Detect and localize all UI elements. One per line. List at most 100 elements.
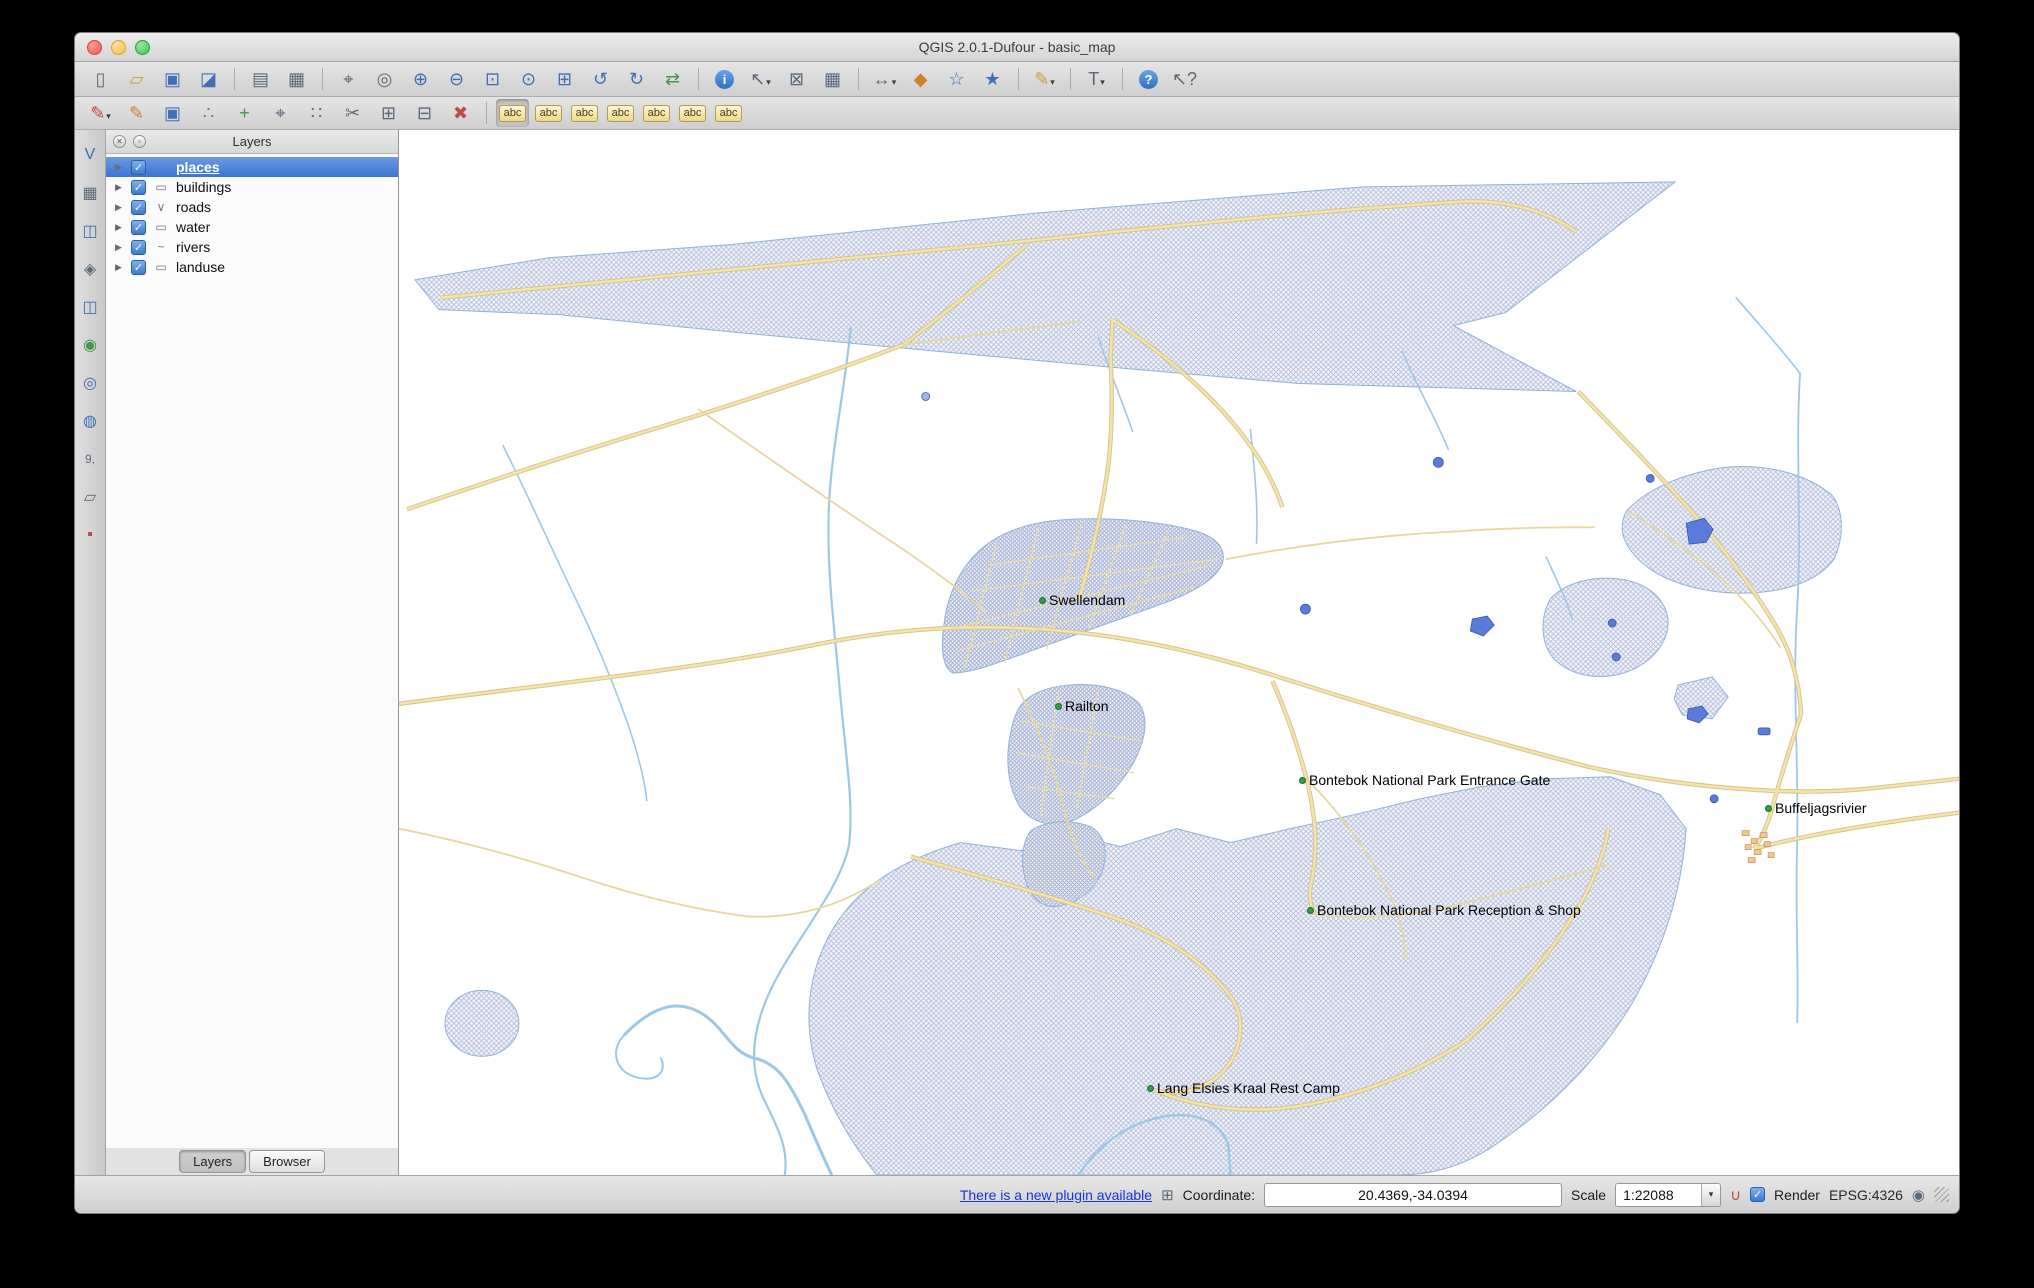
toggle-editing-button[interactable]: ✎ bbox=[120, 99, 153, 127]
zoom-last-button[interactable]: ↺ bbox=[584, 65, 617, 93]
label-properties-button[interactable]: abc bbox=[712, 99, 745, 127]
whats-this-button[interactable]: ↖? bbox=[1168, 65, 1201, 93]
open-project-button[interactable]: ▱ bbox=[120, 65, 153, 93]
close-window-button[interactable] bbox=[87, 40, 102, 55]
add-wms-layer-button[interactable]: ◉ bbox=[77, 332, 103, 358]
chevron-down-icon[interactable]: ▾ bbox=[1050, 77, 1055, 93]
new-project-button[interactable]: ▯ bbox=[84, 65, 117, 93]
save-layer-edits-button[interactable]: ▣ bbox=[156, 99, 189, 127]
pin-labels-button[interactable]: abc bbox=[568, 99, 601, 127]
crs-globe-icon[interactable]: ◉ bbox=[1912, 1186, 1925, 1204]
zoom-window-button[interactable] bbox=[135, 40, 150, 55]
layer-checkbox[interactable]: ✓ bbox=[131, 239, 146, 255]
paste-features-button[interactable]: ⊟ bbox=[408, 99, 441, 127]
current-edits-button[interactable]: ✎ ▾ bbox=[84, 99, 117, 127]
scale-magnet-icon[interactable]: ∪ bbox=[1730, 1186, 1741, 1204]
layer-item-rivers[interactable]: ▶ ✓ ~ rivers bbox=[106, 237, 398, 257]
float-panel-icon[interactable]: ▫ bbox=[133, 135, 146, 148]
title-bar[interactable]: QGIS 2.0.1-Dufour - basic_map bbox=[75, 33, 1959, 62]
resize-grip[interactable] bbox=[1934, 1187, 1949, 1202]
new-label-button[interactable]: abc bbox=[532, 99, 565, 127]
scale-combo[interactable]: ▾ bbox=[1615, 1182, 1722, 1207]
chevron-down-icon[interactable]: ▾ bbox=[1701, 1183, 1721, 1206]
expand-arrow-icon[interactable]: ▶ bbox=[115, 202, 125, 213]
scale-input[interactable] bbox=[1616, 1183, 1702, 1206]
chevron-down-icon[interactable]: ▾ bbox=[106, 111, 111, 127]
new-plugin-link[interactable]: There is a new plugin available bbox=[960, 1187, 1152, 1203]
open-attribute-table-button[interactable]: ▦ bbox=[816, 65, 849, 93]
add-wcs-layer-button[interactable]: ◎ bbox=[77, 370, 103, 396]
deselect-features-button[interactable]: ⊠ bbox=[780, 65, 813, 93]
expand-arrow-icon[interactable]: ▶ bbox=[115, 262, 125, 273]
add-spatialite-layer-button[interactable]: ◈ bbox=[77, 256, 103, 282]
layer-checkbox[interactable]: ✓ bbox=[131, 219, 146, 235]
highlight-labels-button[interactable]: abc bbox=[604, 99, 637, 127]
render-checkbox[interactable]: ✓ bbox=[1750, 1187, 1766, 1202]
remove-layer-group-button[interactable]: ▪ bbox=[77, 522, 103, 548]
expand-arrow-icon[interactable]: ▶ bbox=[115, 162, 125, 173]
save-project-as-button[interactable]: ◪ bbox=[192, 65, 225, 93]
zoom-full-button[interactable]: ⊡ bbox=[476, 65, 509, 93]
node-tool-button[interactable]: ∷ bbox=[300, 99, 333, 127]
help-button[interactable]: ? bbox=[1132, 65, 1165, 93]
composer-manager-button[interactable]: ▦ bbox=[280, 65, 313, 93]
layer-checkbox[interactable]: ✓ bbox=[131, 199, 146, 215]
zoom-to-selection-button[interactable]: ⊙ bbox=[512, 65, 545, 93]
select-features-button[interactable]: ↖ ▾ bbox=[744, 65, 777, 93]
tab-layers[interactable]: Layers bbox=[179, 1150, 247, 1173]
text-annotation-button[interactable]: T ▾ bbox=[1080, 65, 1113, 93]
measure-button[interactable]: ↔ ▾ bbox=[868, 65, 901, 93]
show-bookmarks-button[interactable]: ★ bbox=[976, 65, 1009, 93]
layer-item-water[interactable]: ▶ ✓ ▭ water bbox=[106, 217, 398, 237]
add-raster-layer-button[interactable]: ▦ bbox=[77, 180, 103, 206]
chevron-down-icon[interactable]: ▾ bbox=[766, 77, 771, 93]
new-shapefile-layer-button[interactable]: ▱ bbox=[77, 484, 103, 510]
zoom-next-button[interactable]: ↻ bbox=[620, 65, 653, 93]
save-project-button[interactable]: ▣ bbox=[156, 65, 189, 93]
labeling-options-button[interactable]: abc bbox=[496, 99, 529, 127]
layer-checkbox[interactable]: ✓ bbox=[131, 179, 146, 195]
layer-item-landuse[interactable]: ▶ ✓ ▭ landuse bbox=[106, 257, 398, 277]
annotation-button[interactable]: ✎ ▾ bbox=[1028, 65, 1061, 93]
pan-map-button[interactable]: ⌖ bbox=[332, 65, 365, 93]
add-wfs-layer-button[interactable]: ◍ bbox=[77, 408, 103, 434]
map-canvas[interactable]: Swellendam Railton Bontebok National Par… bbox=[399, 130, 1959, 1175]
add-feature-button[interactable]: + bbox=[228, 99, 261, 127]
layers-panel-header[interactable]: Layers ✕ ▫ bbox=[106, 130, 398, 154]
coordinate-input[interactable] bbox=[1264, 1182, 1563, 1207]
add-delimited-text-button[interactable]: 9, bbox=[77, 446, 103, 472]
close-panel-icon[interactable]: ✕ bbox=[113, 135, 126, 148]
zoom-in-button[interactable]: ⊕ bbox=[404, 65, 437, 93]
layer-item-roads[interactable]: ▶ ✓ ∨ roads bbox=[106, 197, 398, 217]
map-tips-button[interactable]: ◆ bbox=[904, 65, 937, 93]
copy-features-button[interactable]: ⊞ bbox=[372, 99, 405, 127]
digitize-segment-button[interactable]: ∴ bbox=[192, 99, 225, 127]
layer-checkbox[interactable]: ✓ bbox=[131, 259, 146, 275]
tab-browser[interactable]: Browser bbox=[249, 1150, 325, 1173]
expand-arrow-icon[interactable]: ▶ bbox=[115, 242, 125, 253]
layer-item-places[interactable]: ▶ ✓ ∴ places bbox=[106, 157, 398, 177]
pan-to-selection-button[interactable]: ◎ bbox=[368, 65, 401, 93]
chevron-down-icon[interactable]: ▾ bbox=[892, 77, 897, 93]
expand-arrow-icon[interactable]: ▶ bbox=[115, 182, 125, 193]
delete-selected-button[interactable]: ✖ bbox=[444, 99, 477, 127]
expand-arrow-icon[interactable]: ▶ bbox=[115, 222, 125, 233]
minimize-window-button[interactable] bbox=[111, 40, 126, 55]
rotate-label-button[interactable]: abc bbox=[676, 99, 709, 127]
zoom-out-button[interactable]: ⊖ bbox=[440, 65, 473, 93]
new-print-composer-button[interactable]: ▤ bbox=[244, 65, 277, 93]
crs-status-text[interactable]: EPSG:4326 bbox=[1829, 1187, 1903, 1203]
move-feature-button[interactable]: ⌖ bbox=[264, 99, 297, 127]
add-vector-layer-button[interactable]: V bbox=[77, 142, 103, 168]
add-postgis-layer-button[interactable]: ◫ bbox=[77, 218, 103, 244]
move-label-button[interactable]: abc bbox=[640, 99, 673, 127]
layer-checkbox[interactable]: ✓ bbox=[131, 159, 146, 175]
cut-features-button[interactable]: ✂ bbox=[336, 99, 369, 127]
zoom-to-layer-button[interactable]: ⊞ bbox=[548, 65, 581, 93]
add-mssql-layer-button[interactable]: ◫ bbox=[77, 294, 103, 320]
layer-item-buildings[interactable]: ▶ ✓ ▭ buildings bbox=[106, 177, 398, 197]
identify-features-button[interactable]: i bbox=[708, 65, 741, 93]
chevron-down-icon[interactable]: ▾ bbox=[1100, 77, 1105, 93]
new-bookmark-button[interactable]: ☆ bbox=[940, 65, 973, 93]
refresh-map-button[interactable]: ⇄ bbox=[656, 65, 689, 93]
